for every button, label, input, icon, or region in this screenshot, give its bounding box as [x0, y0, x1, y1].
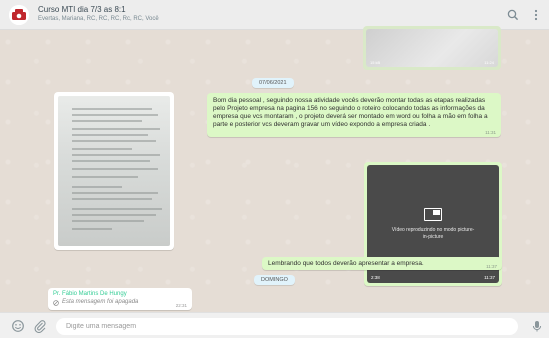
compose-bar — [0, 312, 549, 338]
sender-name[interactable]: Pr. Fábio Martins De Hungy — [53, 290, 187, 298]
message-text: Bom dia pessoal , seguindo nossa ativida… — [213, 97, 488, 128]
message-time: 11:24 — [484, 60, 494, 65]
conversation-panel[interactable]: 15 kB 11:24 07/06/2021 Bom dia pessoal ,… — [0, 26, 549, 312]
video-status: Vídeo reproduzindo no modo picture-in-pi… — [391, 226, 475, 240]
outgoing-text-message[interactable]: Lembrando que todos deverão apresentar a… — [262, 257, 502, 270]
image-size: 15 kB — [370, 60, 381, 65]
outgoing-image-message[interactable]: 15 kB 11:24 — [363, 26, 501, 70]
message-input[interactable] — [56, 318, 518, 335]
deleted-text: Esta mensagem foi apagada — [62, 299, 139, 305]
message-time: 22:31 — [175, 303, 187, 308]
video-duration: 2:38 — [371, 275, 380, 280]
outgoing-text-message[interactable]: Bom dia pessoal , seguindo nossa ativida… — [207, 93, 501, 137]
group-avatar[interactable] — [9, 5, 29, 25]
emoji-icon[interactable] — [11, 319, 25, 333]
menu-icon[interactable] — [529, 8, 543, 22]
mic-icon[interactable] — [530, 319, 544, 333]
incoming-image-message[interactable] — [54, 92, 174, 250]
whatsapp-web-window: Curso MTI dia 7/3 as 8:1 Evertas, Marian… — [0, 0, 549, 338]
date-separator: 07/06/2021 — [252, 78, 294, 88]
message-text: Lembrando que todos deverão apresentar a… — [268, 260, 424, 267]
date-separator: DOMINGO — [254, 275, 295, 285]
image-thumbnail[interactable]: 15 kB 11:24 — [366, 29, 498, 67]
message-time: 11:37 — [486, 264, 497, 269]
document-photo[interactable] — [58, 96, 170, 246]
attach-icon[interactable] — [33, 319, 47, 333]
chat-title[interactable]: Curso MTI dia 7/3 as 8:1 — [38, 5, 126, 14]
blocked-icon — [53, 299, 59, 306]
incoming-deleted-message[interactable]: Pr. Fábio Martins De Hungy Esta mensagem… — [48, 288, 192, 310]
message-time: 11:31 — [485, 130, 496, 135]
message-time: 11:37 — [484, 275, 495, 280]
search-icon[interactable] — [506, 8, 520, 22]
picture-in-picture-icon — [424, 207, 442, 221]
chat-participants: Evertas, Mariana, RC, RC, RC, Rc, RC, Vo… — [38, 16, 159, 22]
